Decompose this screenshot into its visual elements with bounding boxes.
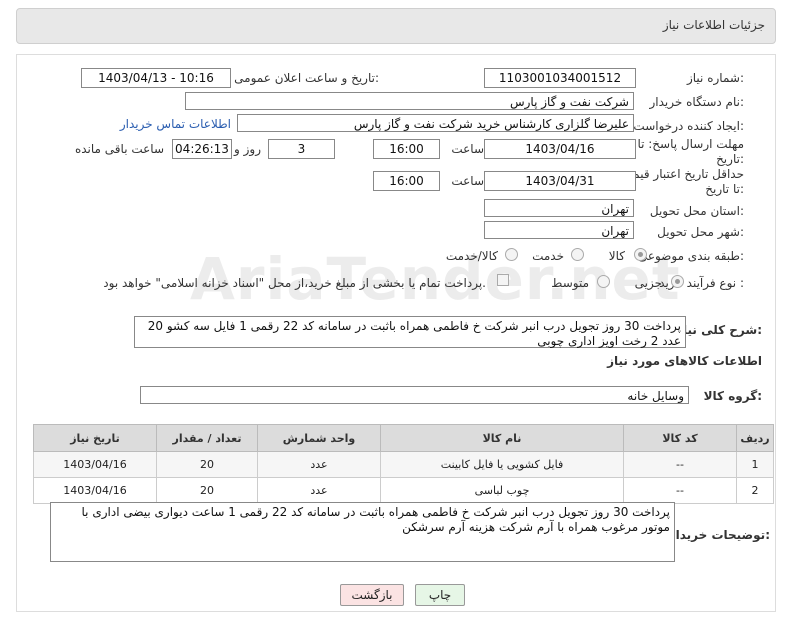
category-option-both: کالا/خدمت	[445, 249, 498, 263]
goods-table: ردیف کد کالا نام کالا واحد شمارش تعداد /…	[33, 424, 774, 504]
col-unit: واحد شمارش	[257, 424, 381, 452]
remaining-time-field: 04:26:13	[172, 139, 232, 159]
remaining-label: ساعت باقی مانده	[74, 142, 164, 156]
category-option-goods: کالا	[608, 249, 625, 263]
announce-label: تاریخ و ساعت اعلان عمومی:	[234, 71, 379, 85]
goods-group-field: وسایل خانه	[140, 386, 689, 404]
days-field: 3	[268, 139, 335, 159]
deadline-time-label: ساعت	[451, 142, 484, 156]
process-radio-minor[interactable]	[671, 275, 684, 288]
page-title: جزئیات اطلاعات نیاز	[662, 18, 765, 32]
category-label: طبقه بندی موضوعی:	[637, 249, 744, 263]
table-row: 2 -- چوب لباسی عدد 20 1403/04/16	[33, 477, 774, 504]
cell-unit: عدد	[257, 451, 381, 478]
cell-code: --	[623, 477, 737, 504]
cell-date: 1403/04/16	[33, 451, 157, 478]
cell-qty: 20	[156, 477, 258, 504]
cell-row: 2	[736, 477, 774, 504]
goods-section-title: اطلاعات کالاهای مورد نیاز	[607, 354, 762, 368]
process-radio-medium[interactable]	[597, 275, 610, 288]
buyer-notes-label: توضیحات خریدار:	[668, 528, 770, 542]
process-option-medium: متوسط	[551, 276, 589, 290]
cell-code: --	[623, 451, 737, 478]
goods-table-header: ردیف کد کالا نام کالا واحد شمارش تعداد /…	[33, 424, 774, 452]
category-radio-goods[interactable]	[634, 248, 647, 261]
print-button[interactable]: چاپ	[415, 584, 465, 606]
announce-field: 1403/04/13 - 10:16	[81, 68, 231, 88]
category-radio-service[interactable]	[571, 248, 584, 261]
category-radio-both[interactable]	[505, 248, 518, 261]
city-label: شهر محل تحویل:	[657, 225, 744, 239]
deadline-label: مهلت ارسال پاسخ: تا تاریخ:	[637, 137, 744, 166]
creator-field: علیرضا گلزاری کارشناس خرید شرکت نفت و گا…	[237, 114, 634, 132]
cell-qty: 20	[156, 451, 258, 478]
validity-date-field: 1403/04/31	[484, 171, 636, 191]
process-option-minor: جزیی	[634, 276, 662, 290]
description-field: پرداخت 30 روز تجویل درب انبر شرکت خ فاطم…	[134, 316, 686, 348]
cell-name: فایل کشویی یا فایل کابینت	[380, 451, 624, 478]
validity-time-field: 16:00	[373, 171, 440, 191]
validity-time-label: ساعت	[451, 174, 484, 188]
province-label: استان محل تحویل:	[649, 204, 744, 218]
cell-unit: عدد	[257, 477, 381, 504]
buyer-notes-field: پرداخت 30 روز تجویل درب انبر شرکت خ فاطم…	[50, 502, 675, 562]
process-note: پرداخت تمام یا بخشی از مبلغ خرید،از محل …	[103, 276, 486, 290]
category-option-service: خدمت	[532, 249, 564, 263]
need-number-field: 1103001034001512	[484, 68, 636, 88]
buyer-field: شرکت نفت و گاز پارس	[185, 92, 634, 110]
page-header: جزئیات اطلاعات نیاز	[16, 8, 776, 44]
deadline-time-field: 16:00	[373, 139, 440, 159]
buyer-contact-link[interactable]: اطلاعات تماس خریدار	[120, 117, 231, 131]
col-date: تاریخ نیاز	[33, 424, 157, 452]
buyer-label: نام دستگاه خریدار:	[649, 95, 745, 109]
description-label: شرح کلی نیاز:	[676, 323, 762, 337]
col-name: نام کالا	[380, 424, 624, 452]
need-number-label: شماره نیاز:	[686, 71, 744, 85]
col-code: کد کالا	[623, 424, 737, 452]
goods-group-label: گروه کالا:	[703, 389, 762, 403]
table-row: 1 -- فایل کشویی یا فایل کابینت عدد 20 14…	[33, 451, 774, 478]
cell-name: چوب لباسی	[380, 477, 624, 504]
days-label: روز و	[234, 142, 261, 156]
creator-label: ایجاد کننده درخواست:	[633, 119, 744, 133]
cell-row: 1	[736, 451, 774, 478]
col-qty: تعداد / مقدار	[156, 424, 258, 452]
col-row: ردیف	[736, 424, 774, 452]
deadline-date-field: 1403/04/16	[484, 139, 636, 159]
back-button[interactable]: بازگشت	[340, 584, 404, 606]
cell-date: 1403/04/16	[33, 477, 157, 504]
province-field: تهران	[484, 199, 634, 217]
city-field: تهران	[484, 221, 634, 239]
treasury-checkbox[interactable]	[497, 274, 509, 286]
